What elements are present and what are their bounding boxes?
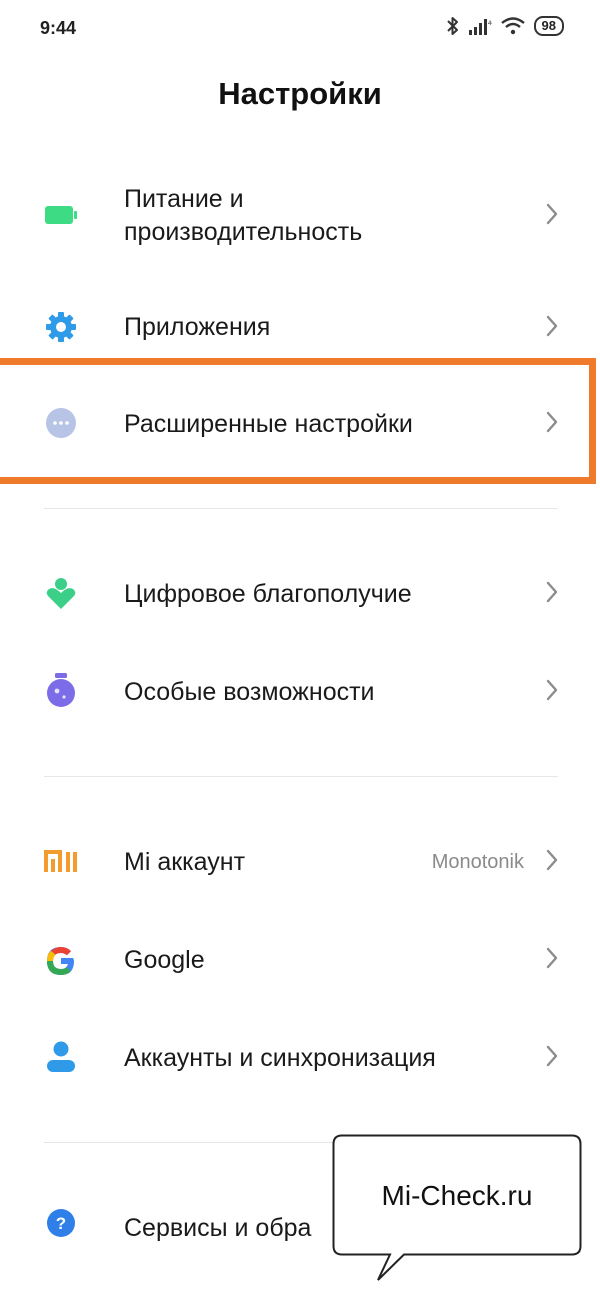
- bluetooth-icon: [446, 16, 460, 36]
- google-icon: [44, 944, 78, 978]
- wifi-icon: [500, 17, 526, 35]
- settings-item-label: Mi аккаунт: [124, 848, 246, 876]
- page-title: Настройки: [218, 76, 382, 111]
- svg-text:?: ?: [56, 1214, 66, 1233]
- settings-item-accounts-sync[interactable]: Аккаунты и синхронизация: [0, 1030, 600, 1086]
- mi-logo-icon: [44, 846, 78, 880]
- watermark-callout: Mi-Check.ru: [332, 1134, 582, 1281]
- account-name-value: Monotonik: [431, 851, 524, 873]
- battery-icon: [44, 198, 78, 232]
- chevron-right-icon: [544, 678, 560, 702]
- settings-item-wellbeing[interactable]: Цифровое благополучие: [0, 566, 600, 622]
- gear-icon: [44, 310, 78, 344]
- settings-screen: 9:44 4G: [0, 0, 600, 1300]
- chevron-right-icon: [544, 314, 560, 338]
- divider: [44, 508, 558, 509]
- chevron-right-icon: [544, 848, 560, 872]
- settings-item-google[interactable]: Google: [0, 932, 600, 988]
- battery-indicator: 98: [533, 16, 564, 36]
- status-icons: 4G 98: [446, 16, 564, 36]
- settings-item-apps[interactable]: Приложения: [0, 300, 600, 356]
- divider: [44, 776, 558, 777]
- question-icon: ?: [44, 1206, 78, 1240]
- signal-icon: 4G: [468, 17, 492, 35]
- settings-item-accessibility[interactable]: Особые возможности: [0, 664, 600, 720]
- chevron-right-icon: [544, 580, 560, 604]
- settings-item-label: Питание и: [124, 185, 244, 213]
- settings-item-label: Сервисы и обра: [124, 1214, 312, 1242]
- status-time: 9:44: [40, 18, 77, 38]
- chevron-right-icon: [544, 202, 560, 226]
- flask-icon: [44, 672, 78, 707]
- watermark-text: Mi-Check.ru: [381, 1180, 533, 1211]
- settings-item-label: Google: [124, 946, 205, 974]
- settings-item-label: Приложения: [124, 313, 271, 341]
- chevron-right-icon: [544, 1044, 560, 1068]
- settings-item-label: Цифровое благополучие: [124, 580, 412, 608]
- settings-item-power[interactable]: Питание и производительность: [0, 180, 600, 260]
- highlight-frame: [0, 358, 596, 484]
- heart-person-icon: [44, 576, 78, 610]
- settings-item-label: Особые возможности: [124, 678, 375, 706]
- settings-item-label: производительность: [124, 218, 363, 246]
- person-icon: [44, 1040, 78, 1074]
- status-bar: 9:44 4G: [0, 0, 600, 58]
- svg-text:4G: 4G: [488, 21, 492, 27]
- settings-item-mi-account[interactable]: Mi аккаунт Monotonik: [0, 834, 600, 890]
- settings-item-label: Аккаунты и синхронизация: [124, 1044, 436, 1072]
- chevron-right-icon: [544, 946, 560, 970]
